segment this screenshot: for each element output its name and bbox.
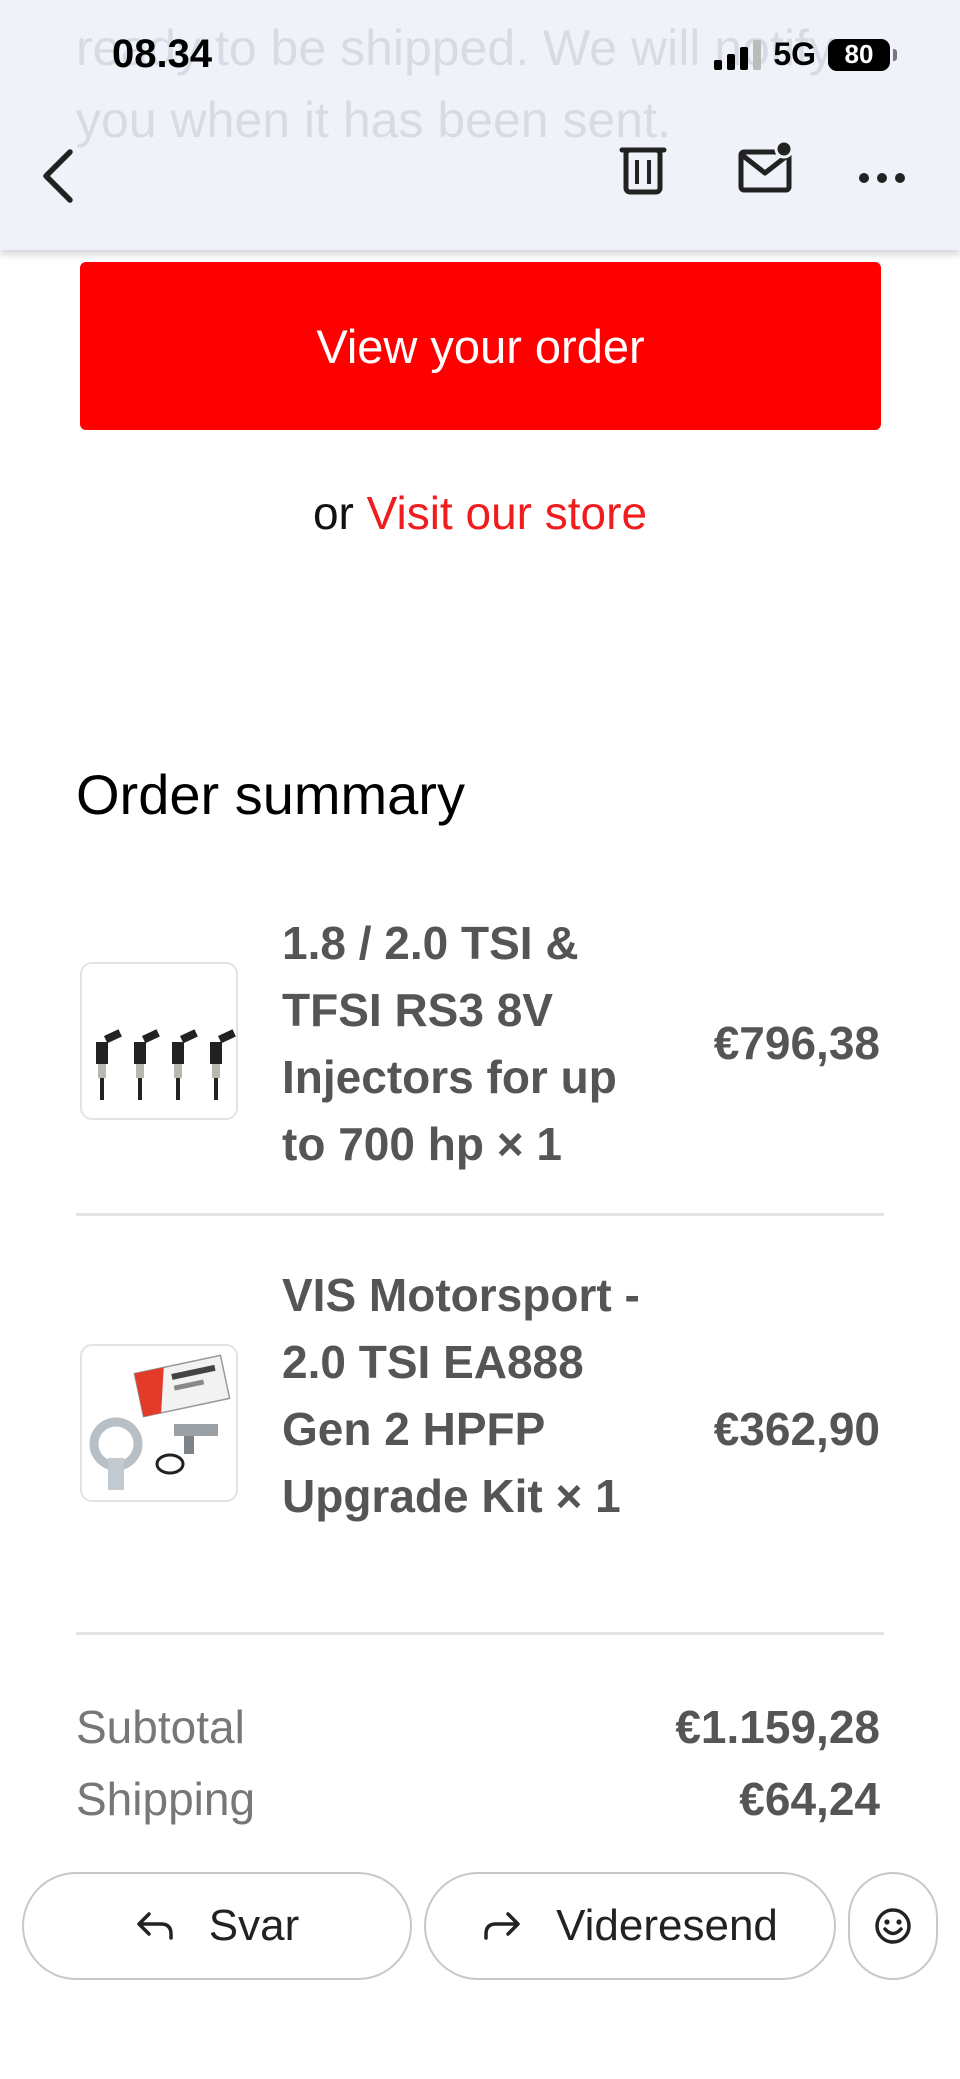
forward-label: Videresend bbox=[556, 1901, 778, 1950]
view-order-button[interactable]: View your order bbox=[80, 262, 881, 430]
network-type: 5G bbox=[773, 36, 816, 72]
reply-label: Svar bbox=[208, 1901, 300, 1950]
order-summary-title: Order summary bbox=[76, 763, 465, 826]
shipping-label: Shipping bbox=[76, 1773, 256, 1825]
smiley-icon bbox=[875, 1908, 911, 1944]
item-divider bbox=[76, 1213, 884, 1216]
order-item: 1.8 / 2.0 TSI & TFSI RS3 8V Injectors fo… bbox=[76, 900, 884, 1180]
subtotal-label: Subtotal bbox=[76, 1701, 245, 1753]
battery-level: 80 bbox=[844, 39, 874, 69]
visit-store-line: or Visit our store bbox=[0, 486, 960, 540]
injectors-image bbox=[96, 1029, 236, 1100]
or-text: or bbox=[312, 487, 354, 539]
more-horizontal-icon bbox=[859, 173, 905, 183]
mail-toolbar: ready to be shipped. We will notify you … bbox=[0, 0, 960, 250]
battery-icon: 80 bbox=[828, 38, 897, 71]
mark-unread-button[interactable] bbox=[738, 139, 794, 201]
status-indicators: 5G 80 bbox=[714, 36, 897, 73]
reply-button[interactable]: Svar bbox=[22, 1872, 412, 1980]
back-button[interactable] bbox=[38, 146, 78, 211]
delete-button[interactable] bbox=[618, 140, 668, 201]
emoji-reaction-button[interactable] bbox=[848, 1872, 938, 1980]
item-name: VIS Motorsport - 2.0 TSI EA888 Gen 2 HPF… bbox=[282, 1269, 640, 1522]
item-name: 1.8 / 2.0 TSI & TFSI RS3 8V Injectors fo… bbox=[282, 917, 617, 1170]
item-divider bbox=[76, 1632, 884, 1635]
status-time: 08.34 bbox=[112, 32, 213, 76]
mail-unread-icon bbox=[738, 139, 794, 193]
item-price: €796,38 bbox=[713, 1017, 880, 1069]
forward-button[interactable]: Videresend bbox=[424, 1872, 836, 1980]
shipping-value: €64,24 bbox=[739, 1773, 880, 1825]
hpfp-kit-image bbox=[89, 1354, 231, 1490]
trash-icon bbox=[619, 147, 667, 195]
reply-icon bbox=[137, 1912, 173, 1940]
forward-icon bbox=[484, 1912, 520, 1940]
visit-store-link[interactable]: Visit our store bbox=[367, 487, 647, 539]
more-button[interactable] bbox=[858, 148, 906, 213]
chevron-left-icon bbox=[43, 149, 73, 203]
product-image-injectors bbox=[80, 962, 238, 1120]
item-price: €362,90 bbox=[713, 1403, 880, 1455]
shipping-row: Shipping €64,24 bbox=[76, 1772, 884, 1832]
subtotal-row: Subtotal €1.159,28 bbox=[76, 1700, 884, 1760]
subtotal-value: €1.159,28 bbox=[675, 1701, 880, 1753]
product-image-hpfp-kit bbox=[80, 1344, 238, 1502]
order-item: VIS Motorsport - 2.0 TSI EA888 Gen 2 HPF… bbox=[76, 1262, 884, 1602]
signal-icon bbox=[714, 39, 762, 70]
